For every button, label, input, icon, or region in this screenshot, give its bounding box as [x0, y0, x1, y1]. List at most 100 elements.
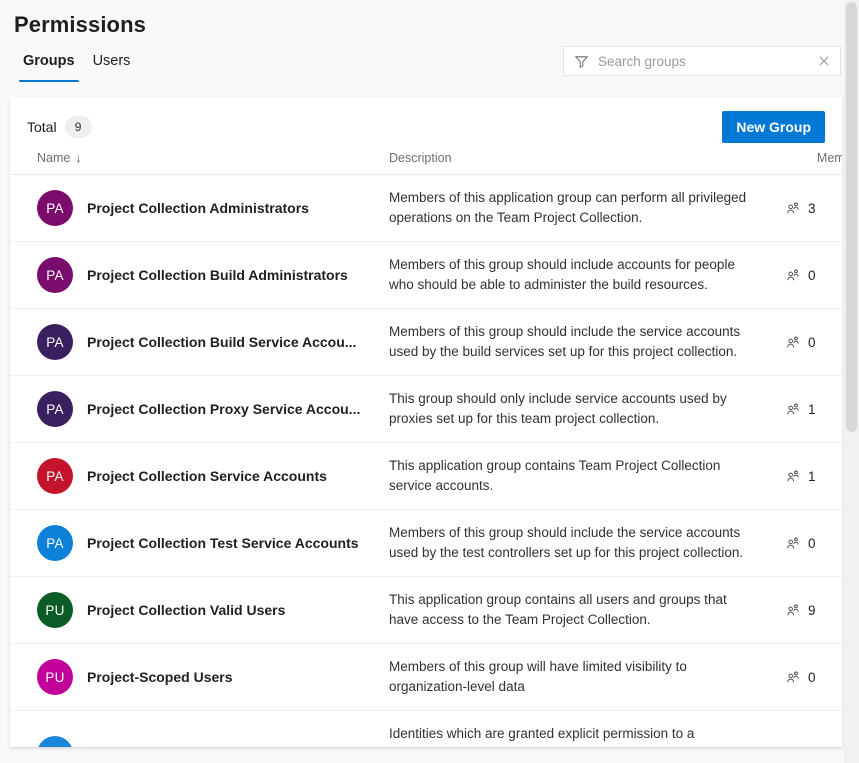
table-row[interactable]: PU Project Collection Valid Users This app… [10, 577, 842, 644]
avatar: PA [37, 324, 73, 360]
people-icon [785, 334, 801, 350]
tab-groups-label: Groups [23, 53, 75, 69]
search-groups-box[interactable] [563, 46, 841, 76]
members-count: 1 [808, 469, 816, 484]
total-count-badge: 9 [65, 116, 92, 138]
cell-members: 1 [769, 376, 842, 443]
page-scrollbar-track[interactable] [844, 0, 859, 763]
card-toolbar: Total 9 New Group [10, 97, 842, 143]
table-row[interactable]: PA Project Collection Service Accounts Thi… [10, 443, 842, 510]
page-header: Permissions [0, 0, 859, 40]
sort-descending-icon: ↓ [75, 151, 81, 165]
cell-name: PA Project Collection Service Accounts [10, 443, 389, 510]
cell-description: Identities which are granted explicit pe… [389, 711, 769, 748]
tab-groups[interactable]: Groups [14, 52, 84, 82]
table-header-row: Name ↓ Description Members [10, 143, 842, 175]
groups-table-header: Name ↓ Description Members [10, 143, 842, 175]
cell-description: This application group contains all user… [389, 577, 769, 644]
column-header-members[interactable]: Members [769, 143, 842, 175]
groups-table-body: PA Project Collection Administrators Membe… [10, 175, 842, 748]
cell-name: PA Project Collection Build Service Accou… [10, 309, 389, 376]
filter-icon [573, 53, 589, 69]
avatar: PU [37, 592, 73, 628]
column-header-members-label: Members [817, 151, 842, 165]
tab-bar: Groups Users [14, 40, 139, 82]
group-name-link[interactable]: Project Collection Test Service Accounts [87, 535, 359, 551]
cell-description: Members of this group should include the… [389, 510, 769, 577]
avatar: PU [37, 659, 73, 695]
members-count: 16 [808, 747, 823, 748]
table-row[interactable]: SG Security Service Group Identities which… [10, 711, 842, 748]
column-header-description-label: Description [389, 151, 452, 165]
avatar: PA [37, 458, 73, 494]
group-name-link[interactable]: Project Collection Build Administrators [87, 267, 348, 283]
cell-name: PA Project Collection Build Administrator… [10, 242, 389, 309]
tab-users-label: Users [93, 53, 131, 69]
table-row[interactable]: PA Project Collection Administrators Membe… [10, 175, 842, 242]
table-row[interactable]: PA Project Collection Build Service Accou… [10, 309, 842, 376]
new-group-button[interactable]: New Group [722, 111, 825, 143]
groups-card: Total 9 New Group Name ↓ Description Memb… [10, 97, 842, 747]
table-row[interactable]: PA Project Collection Proxy Service Accou… [10, 376, 842, 443]
members-count: 0 [808, 335, 816, 350]
header-row: Groups Users [0, 40, 859, 82]
column-header-name[interactable]: Name ↓ [10, 143, 389, 175]
table-row[interactable]: PA Project Collection Test Service Accoun… [10, 510, 842, 577]
column-header-name-label: Name [37, 151, 70, 165]
group-name-link[interactable]: Project Collection Valid Users [87, 602, 285, 618]
cell-description: This application group contains Team Pro… [389, 443, 769, 510]
people-icon [785, 602, 801, 618]
group-name-link[interactable]: Project-Scoped Users [87, 669, 233, 685]
avatar: PA [37, 190, 73, 226]
table-row[interactable]: PA Project Collection Build Administrator… [10, 242, 842, 309]
table-row[interactable]: PU Project-Scoped Users Members of this gr… [10, 644, 842, 711]
tab-users[interactable]: Users [84, 52, 140, 82]
members-count: 0 [808, 268, 816, 283]
close-icon[interactable] [816, 53, 832, 69]
group-name-link[interactable]: Project Collection Service Accounts [87, 468, 327, 484]
people-icon [785, 669, 801, 685]
page-title: Permissions [14, 10, 859, 40]
cell-name: PA Project Collection Test Service Accoun… [10, 510, 389, 577]
total-label: Total [27, 119, 57, 135]
cell-members: 1 [769, 443, 842, 510]
members-count: 3 [808, 201, 816, 216]
cell-name: PU Project-Scoped Users [10, 644, 389, 711]
avatar: PA [37, 257, 73, 293]
page-scrollbar-thumb[interactable] [846, 2, 857, 432]
people-icon [785, 746, 801, 747]
search-input[interactable] [598, 54, 810, 69]
cell-name: PU Project Collection Valid Users [10, 577, 389, 644]
cell-description: Members of this group will have limited … [389, 644, 769, 711]
people-icon [785, 200, 801, 216]
cell-members: 9 [769, 577, 842, 644]
people-icon [785, 267, 801, 283]
avatar: PA [37, 391, 73, 427]
group-name-link[interactable]: Project Collection Proxy Service Accou..… [87, 401, 360, 417]
cell-members: 0 [769, 309, 842, 376]
cell-description: This group should only include service a… [389, 376, 769, 443]
cell-name: PA Project Collection Proxy Service Accou… [10, 376, 389, 443]
cell-description: Members of this group should include acc… [389, 242, 769, 309]
group-name-link[interactable]: Project Collection Administrators [87, 200, 309, 216]
groups-table: Name ↓ Description Members PA Project Coll… [10, 143, 842, 747]
group-name-link[interactable]: Security Service Group [87, 746, 242, 747]
members-count: 0 [808, 670, 816, 685]
people-icon [785, 401, 801, 417]
cell-description: Members of this application group can pe… [389, 175, 769, 242]
cell-members: 0 [769, 242, 842, 309]
cell-name: PA Project Collection Administrators [10, 175, 389, 242]
group-name-link[interactable]: Project Collection Build Service Accou..… [87, 334, 356, 350]
cell-description: Members of this group should include the… [389, 309, 769, 376]
cell-members: 3 [769, 175, 842, 242]
total-indicator: Total 9 [27, 116, 92, 138]
members-count: 1 [808, 402, 816, 417]
cell-members: 16 [769, 711, 842, 748]
column-header-description[interactable]: Description [389, 143, 769, 175]
cell-members: 0 [769, 510, 842, 577]
avatar: PA [37, 525, 73, 561]
avatar: SG [37, 736, 73, 747]
members-count: 0 [808, 536, 816, 551]
cell-members: 0 [769, 644, 842, 711]
cell-name: SG Security Service Group [10, 711, 389, 748]
